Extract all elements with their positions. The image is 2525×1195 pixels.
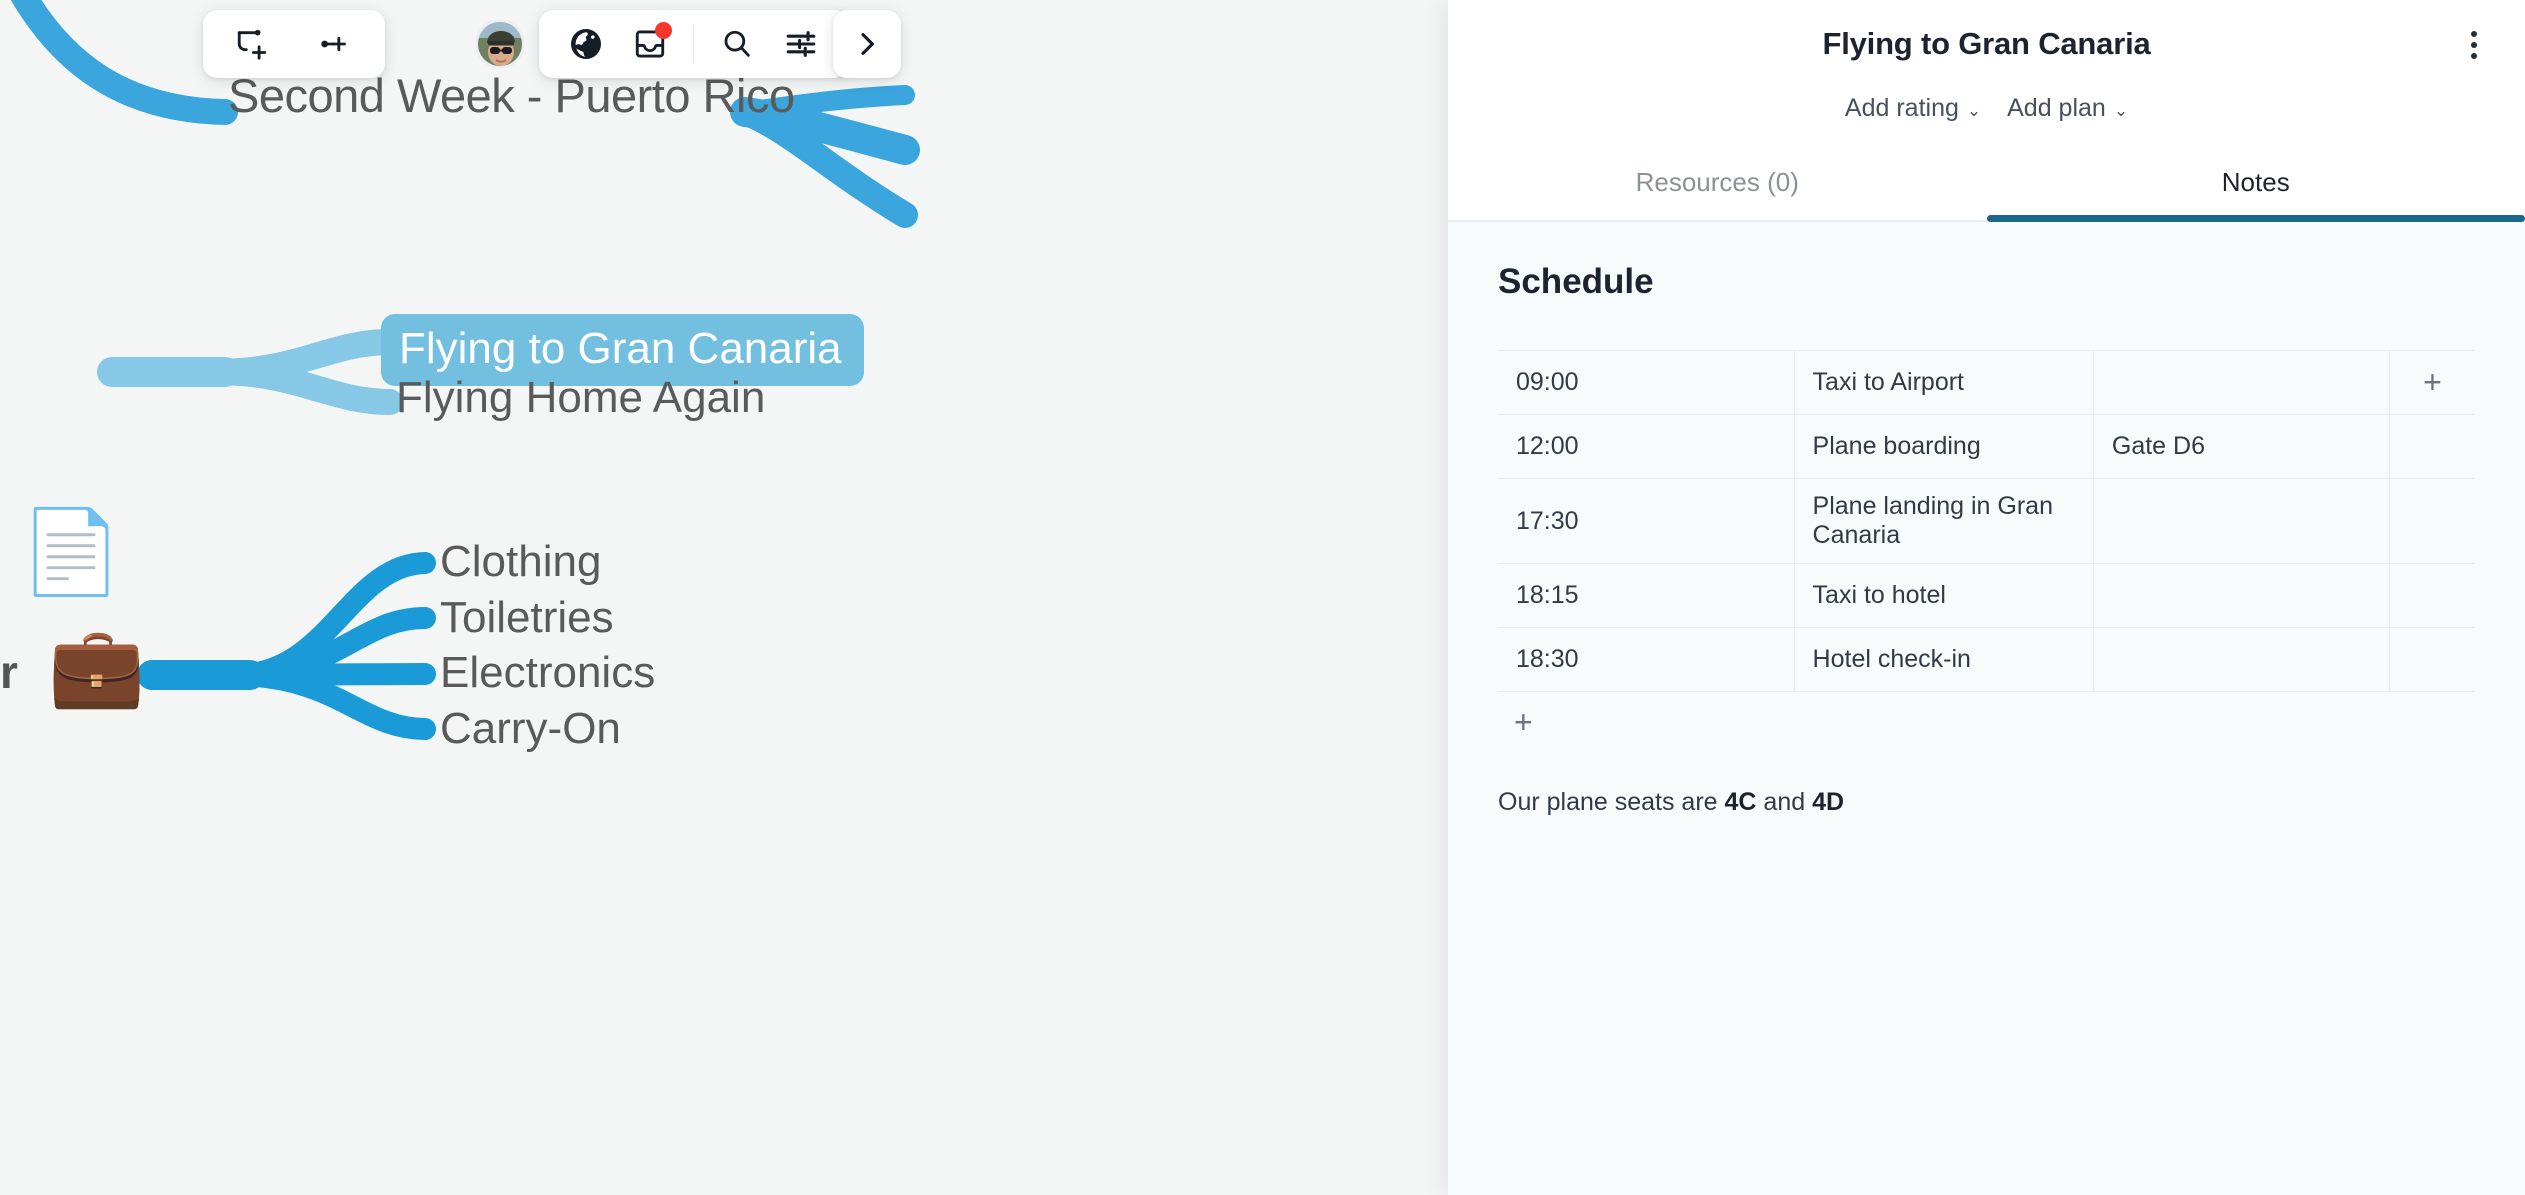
- notification-badge: [655, 22, 672, 39]
- plus-icon[interactable]: +: [1514, 704, 1533, 740]
- cell-activity[interactable]: Plane landing in Gran Canaria: [1794, 478, 2094, 564]
- document-icon[interactable]: 📄: [20, 512, 122, 594]
- table-row[interactable]: 12:00 Plane boarding Gate D6: [1498, 414, 2475, 479]
- cell-spacer[interactable]: [2389, 478, 2475, 564]
- tab-resources[interactable]: Resources (0): [1448, 157, 1987, 220]
- mindmap-node-toiletries[interactable]: Toiletries: [440, 596, 614, 640]
- topic-detail-panel: Flying to Gran Canaria Add rating ⌄ Add …: [1448, 0, 2525, 1195]
- mindmap-node-carry-on[interactable]: Carry-On: [440, 707, 621, 751]
- cell-spacer[interactable]: [2389, 414, 2475, 479]
- chevron-right-icon[interactable]: [840, 18, 894, 70]
- cell-note[interactable]: [2093, 563, 2390, 628]
- seat-1: 4C: [1724, 788, 1757, 816]
- node-actions-toolbar: [203, 10, 385, 78]
- note-text-prefix: Our plane seats are: [1498, 788, 1725, 816]
- mindmap-canvas[interactable]: 📄 💼 r Second Week - Puerto Rico Flying t…: [0, 0, 1448, 1195]
- panel-tabs: Resources (0) Notes: [1448, 157, 2525, 222]
- add-sibling-topic-icon[interactable]: [309, 18, 363, 70]
- mindmap-node-second-week[interactable]: Second Week - Puerto Rico: [228, 72, 795, 119]
- cell-spacer[interactable]: [2389, 563, 2475, 628]
- table-row[interactable]: 18:15 Taxi to hotel: [1498, 563, 2475, 628]
- cell-activity[interactable]: Taxi to hotel: [1794, 563, 2094, 628]
- add-row-button[interactable]: +: [1498, 692, 2475, 738]
- add-plan-label: Add plan: [2007, 94, 2106, 122]
- table-row[interactable]: 18:30 Hotel check-in: [1498, 627, 2475, 692]
- tab-notes[interactable]: Notes: [1986, 157, 2525, 222]
- seat-2: 4D: [1812, 788, 1845, 816]
- cell-time[interactable]: 09:00: [1498, 350, 1795, 415]
- cell-activity[interactable]: Hotel check-in: [1794, 627, 2094, 692]
- cell-note[interactable]: [2093, 478, 2390, 564]
- panel-actions: Add rating ⌄ Add plan ⌄: [1448, 94, 2525, 123]
- table-row[interactable]: 09:00 Taxi to Airport +: [1498, 350, 2475, 415]
- cell-note[interactable]: [2093, 350, 2390, 415]
- cell-time[interactable]: 17:30: [1498, 478, 1795, 564]
- add-rating-label: Add rating: [1844, 94, 1959, 122]
- add-column-button[interactable]: +: [2389, 350, 2475, 415]
- app-root: 📄 💼 r Second Week - Puerto Rico Flying t…: [0, 0, 2525, 1195]
- cell-activity[interactable]: Taxi to Airport: [1794, 350, 2094, 415]
- mindmap-branches: [10, 0, 920, 740]
- mindmap-node-electronics[interactable]: Electronics: [440, 651, 655, 695]
- page-title: Flying to Gran Canaria: [1822, 26, 2151, 61]
- cell-time[interactable]: 18:15: [1498, 563, 1795, 628]
- avatar[interactable]: [478, 22, 522, 66]
- mindmap-node-flying-home-again[interactable]: Flying Home Again: [396, 376, 765, 420]
- mindmap-node-partial[interactable]: r: [0, 649, 18, 695]
- add-subtopic-icon[interactable]: [225, 18, 279, 70]
- table-row[interactable]: 17:30 Plane landing in Gran Canaria: [1498, 478, 2475, 564]
- expand-panel-button[interactable]: [833, 10, 901, 78]
- main-toolbar: [539, 10, 848, 78]
- sliders-icon[interactable]: [774, 18, 828, 70]
- note-paragraph[interactable]: Our plane seats are 4C and 4D: [1498, 788, 2475, 817]
- briefcase-icon[interactable]: 💼: [48, 627, 145, 705]
- schedule-table[interactable]: 09:00 Taxi to Airport + 12:00 Plane boar…: [1498, 350, 2475, 692]
- mindmap-node-clothing[interactable]: Clothing: [440, 540, 601, 584]
- cell-time[interactable]: 18:30: [1498, 627, 1795, 692]
- chevron-down-icon: ⌄: [1966, 101, 1982, 120]
- panel-header: Flying to Gran Canaria Add rating ⌄ Add …: [1448, 0, 2525, 222]
- toolbar-divider: [693, 25, 694, 63]
- notes-heading: Schedule: [1498, 262, 1654, 301]
- search-icon[interactable]: [710, 18, 764, 70]
- add-rating-dropdown[interactable]: Add rating ⌄: [1845, 94, 1981, 123]
- cell-activity[interactable]: Plane boarding: [1794, 414, 2094, 479]
- cell-spacer[interactable]: [2389, 627, 2475, 692]
- add-plan-dropdown[interactable]: Add plan ⌄: [2007, 94, 2128, 123]
- cell-note[interactable]: Gate D6: [2093, 414, 2390, 479]
- cell-note[interactable]: [2093, 627, 2390, 692]
- more-options-icon[interactable]: [2451, 22, 2497, 68]
- notes-content[interactable]: Schedule 09:00 Taxi to Airport + 12:00 P…: [1448, 222, 2525, 1195]
- inbox-icon[interactable]: [623, 18, 677, 70]
- globe-icon[interactable]: [559, 18, 613, 70]
- plus-icon[interactable]: +: [2423, 364, 2442, 400]
- note-text-middle: and: [1756, 788, 1813, 816]
- chevron-down-icon: ⌄: [2113, 101, 2129, 120]
- cell-time[interactable]: 12:00: [1498, 414, 1795, 479]
